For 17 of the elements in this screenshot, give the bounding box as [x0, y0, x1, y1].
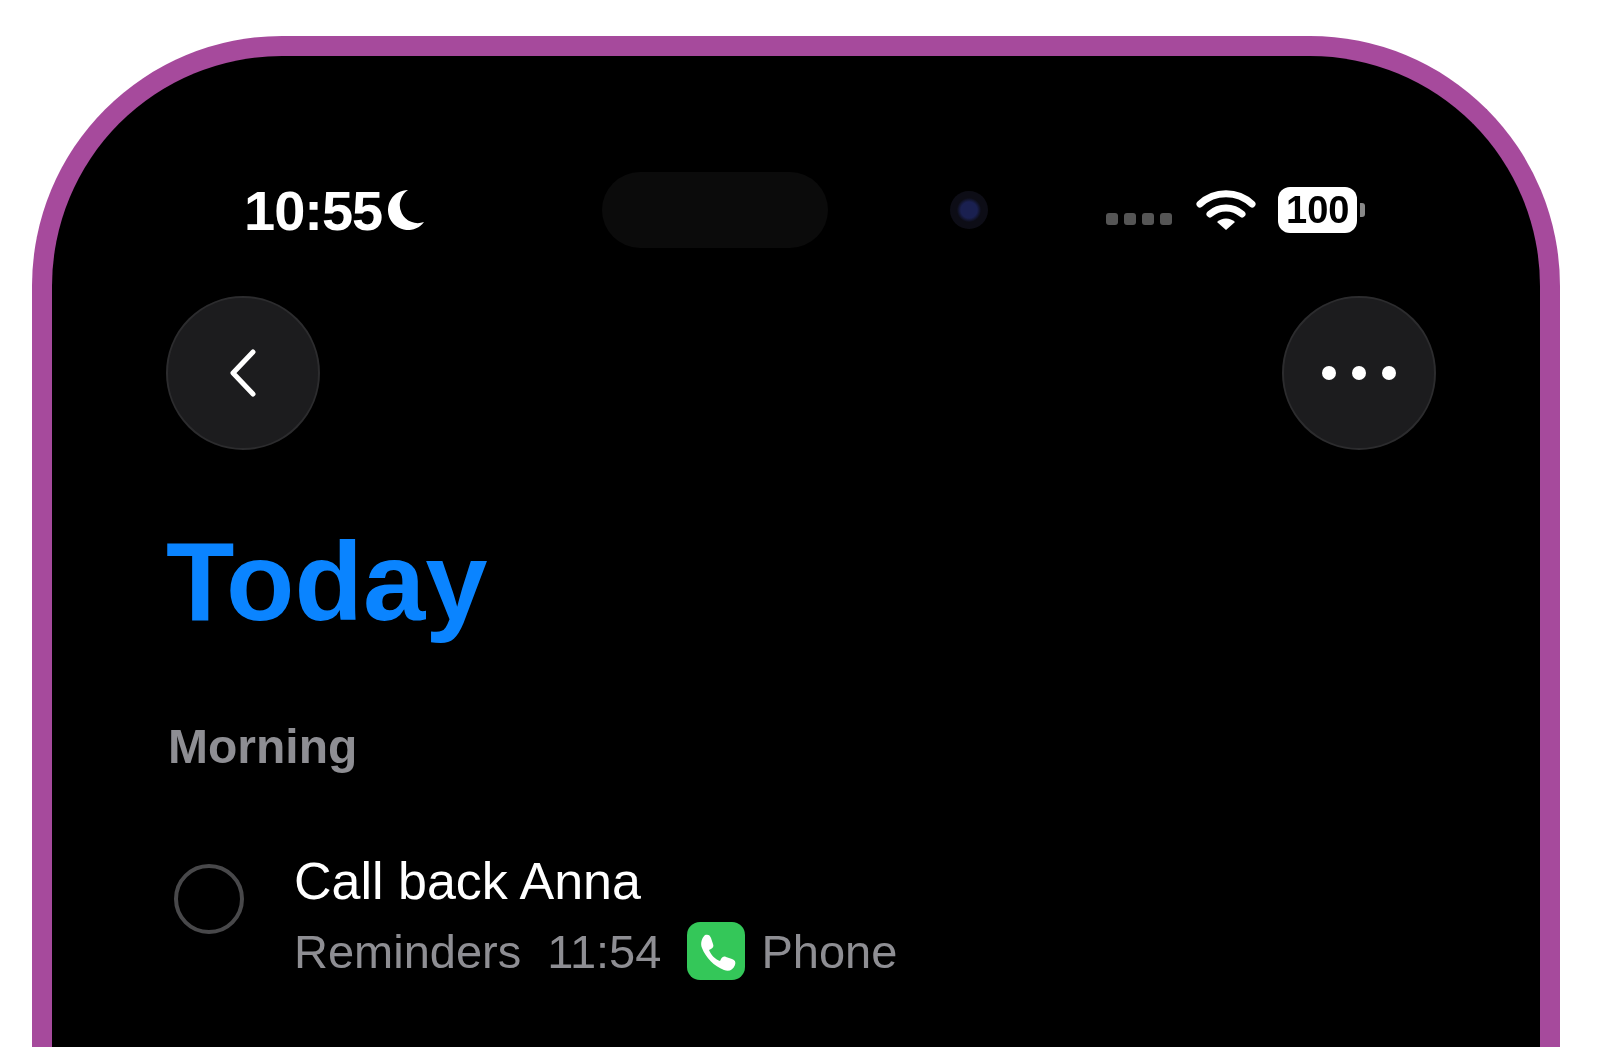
moon-icon [386, 188, 427, 232]
reminder-title: Call back Anna [294, 851, 641, 913]
camera-icon [950, 191, 988, 229]
status-time: 10:55 [244, 177, 383, 243]
battery-level: 100 [1278, 187, 1358, 233]
page-title: Today [166, 520, 488, 644]
reminder-time: 11:54 [547, 923, 662, 979]
reminder-app: Phone [761, 923, 898, 979]
phone-app-icon [687, 922, 746, 981]
back-chevron-icon [228, 348, 258, 398]
reminder-list: Reminders [294, 923, 522, 979]
battery-nub [1360, 203, 1366, 217]
section-heading: Morning [168, 719, 358, 775]
reminder-checkbox[interactable] [174, 864, 244, 935]
wifi-icon [1196, 188, 1256, 232]
more-dots-icon [1321, 365, 1397, 381]
signal-icon [1106, 213, 1174, 225]
